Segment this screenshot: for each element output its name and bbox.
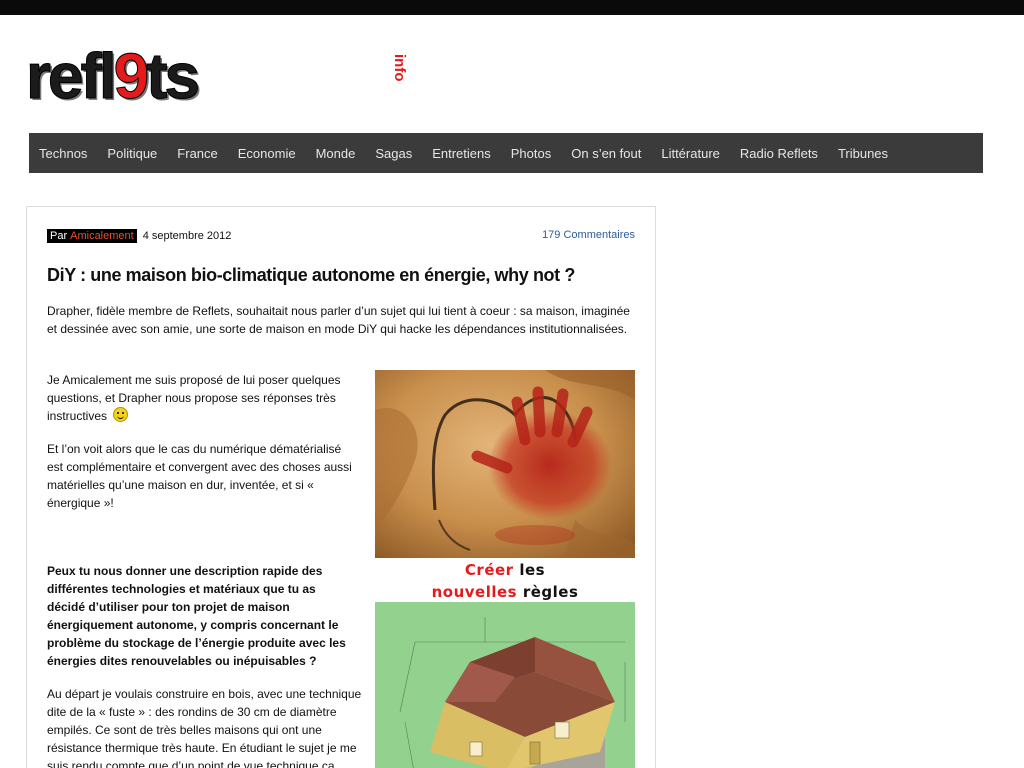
nav-item-politique[interactable]: Politique [107,146,157,161]
nav-item-radio-reflets[interactable]: Radio Reflets [740,146,818,161]
comments-link[interactable]: 179 Commentaires [542,229,635,241]
nav-item-entretiens[interactable]: Entretiens [432,146,491,161]
nav-item-litterature[interactable]: Littérature [661,146,720,161]
site-logo[interactable]: refl9ts info [26,40,408,112]
smiley-icon [113,407,129,422]
nav-item-tribunes[interactable]: Tribunes [838,146,888,161]
nav-item-economie[interactable]: Economie [238,146,296,161]
paragraph-3: Et l’on voit alors que le cas du numériq… [47,442,352,510]
paragraph-2: Je Amicalement me suis proposé de lui po… [47,371,357,425]
intro-paragraph: Drapher, fidèle membre de Reflets, souha… [47,304,630,336]
author-box: Par Amicalement [47,229,137,243]
post-date: 4 septembre 2012 [142,230,232,242]
cave-painting-image[interactable] [375,370,635,558]
nav-item-photos[interactable]: Photos [511,146,551,161]
paragraph-2-text: Je Amicalement me suis proposé de lui po… [47,373,341,423]
article: Par Amicalement 4 septembre 2012 179 Com… [26,206,656,768]
logo-wordmark: refl9ts [26,40,201,112]
author-link[interactable]: Amicalement [70,230,134,242]
question-paragraph: Peux tu nous donner une description rapi… [47,564,346,668]
caption-word-3: nouvelles [431,583,518,601]
nav-item-monde[interactable]: Monde [316,146,356,161]
post-title[interactable]: DiY : une maison bio-climatique autonome… [47,265,637,286]
by-label: Par [50,230,68,242]
nav-item-technos[interactable]: Technos [39,146,87,161]
post-meta: Par Amicalement 4 septembre 2012 [47,229,231,243]
nav-item-on-sen-fout[interactable]: On s’en fout [571,146,641,161]
house-plan-image[interactable] [375,602,635,768]
caption-word-4: règles [522,583,579,601]
main-nav: Technos Politique France Economie Monde … [29,133,983,173]
image-caption: Créer les nouvelles règles [375,559,635,603]
nav-item-france[interactable]: France [177,146,217,161]
caption-word-2: les [519,561,546,579]
paragraph-4: Au départ je voulais construire en bois,… [47,687,362,768]
caption-word-1: Créer [464,561,514,579]
nav-item-sagas[interactable]: Sagas [375,146,412,161]
top-bar [0,0,1024,15]
logo-suffix: info [391,54,408,82]
